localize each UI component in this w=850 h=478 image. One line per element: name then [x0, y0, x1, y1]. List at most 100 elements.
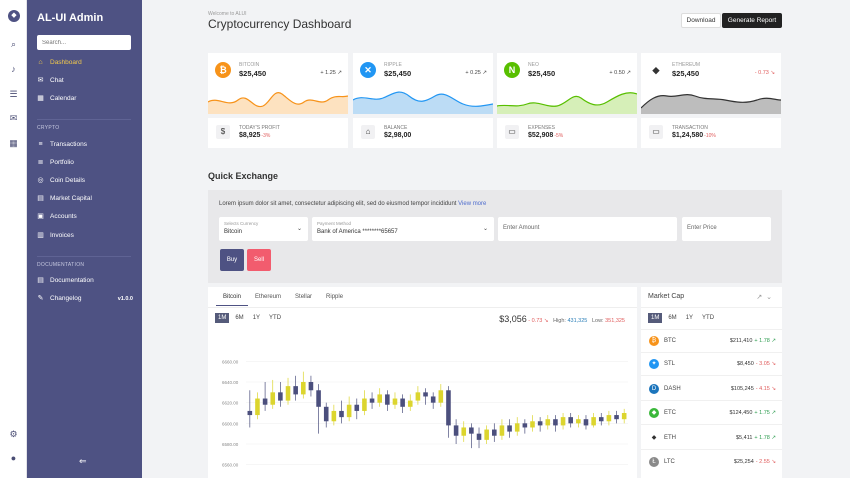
collapse-sidebar-icon[interactable]: ⇐: [79, 456, 87, 467]
sliders-icon[interactable]: ☰: [8, 89, 19, 100]
candle-body: [400, 398, 405, 407]
generate-report-button[interactable]: Generate Report: [722, 13, 782, 28]
download-button[interactable]: Download: [681, 13, 721, 28]
gear-icon[interactable]: ⚙: [8, 429, 19, 440]
market-symbol: LTC: [664, 459, 675, 465]
market-row-eth[interactable]: ◆ ETH $5,411 + 1.78 ↗: [641, 430, 782, 446]
eth-icon: ◆: [649, 433, 659, 443]
coin-card-ethereum[interactable]: ◆ ETHEREUM $25,450 - 0.73 ↘: [641, 53, 781, 114]
stat-value: $2,98,00: [384, 132, 411, 139]
buy-button[interactable]: Buy: [220, 249, 244, 271]
market-price-value: $211,410: [729, 338, 753, 344]
y-tick-label: 6640.00: [222, 380, 239, 385]
sidebar-item-documentation[interactable]: ▤ Documentation: [37, 277, 133, 284]
home-icon: ⌂: [38, 59, 43, 66]
sidebar-item-invoices[interactable]: ▥ Invoices: [37, 232, 133, 239]
market-price: $211,410 + 1.78 ↗: [730, 338, 776, 344]
quick-exchange-description: Lorem ipsum dolor sit amet, consectetur …: [219, 201, 486, 207]
sidebar-item-transactions[interactable]: ≡ Transactions: [37, 141, 133, 148]
accounts-icon: ▣: [37, 213, 44, 220]
divider: [37, 256, 131, 257]
bank-icon: ⌂: [361, 125, 375, 139]
sidebar-item-market-capital[interactable]: ▤ Market Capital: [37, 195, 133, 202]
sidebar-search-input[interactable]: [37, 35, 131, 50]
view-more-link[interactable]: View more: [458, 201, 486, 207]
price-input[interactable]: Enter Price: [682, 217, 771, 241]
sidebar: AL-UI Admin ⌂ Dashboard ✉ Chat ▦ Calenda…: [27, 0, 142, 478]
candle-body: [430, 396, 436, 403]
tab-bitcoin[interactable]: Bitcoin: [216, 294, 249, 306]
market-row-etc[interactable]: ◆ ETC $124,450 + 1.75 ↗: [641, 405, 782, 421]
dollar-icon: $: [216, 125, 230, 139]
user-icon[interactable]: ●: [8, 453, 19, 464]
market-price-value: $25,254: [733, 459, 754, 465]
tab-ripple[interactable]: Ripple: [319, 294, 350, 306]
sidebar-item-calendar[interactable]: ▦ Calendar: [37, 95, 133, 102]
candle-body: [522, 423, 528, 428]
chevron-down-icon[interactable]: ⌄: [766, 294, 772, 301]
market-row-ltc[interactable]: Ł LTC $25,254- 2.55 ↘: [641, 454, 782, 470]
coin-value: $25,450: [239, 69, 267, 78]
sidebar-item-accounts[interactable]: ▣ Accounts: [37, 213, 133, 220]
range-1m[interactable]: 1M: [648, 313, 663, 323]
candle-body: [247, 410, 253, 416]
range-ytd[interactable]: YTD: [266, 313, 284, 323]
price-change: - 0.73 ↘: [528, 318, 549, 324]
bell-icon[interactable]: ♪: [8, 64, 19, 75]
coin-card-ripple[interactable]: ✕ RIPPLE $25,450 + 0.25 ↗: [353, 53, 493, 114]
market-price: $105,245- 4.15 ↘: [731, 386, 776, 392]
sidebar-item-changelog[interactable]: ✎ Changelog v1.0.0: [37, 295, 133, 302]
y-tick-label: 6660.00: [222, 359, 239, 364]
payment-method-select[interactable]: Payment Method Bank of America ********6…: [312, 217, 494, 241]
calendar-icon[interactable]: ▦: [8, 138, 19, 149]
range-6m[interactable]: 6M: [232, 313, 246, 323]
sidebar-item-coin-details[interactable]: ◎ Coin Details: [37, 177, 133, 184]
market-row-dash[interactable]: D DASH $105,245- 4.15 ↘: [641, 381, 782, 397]
candle-body: [255, 398, 260, 416]
sell-button[interactable]: Sell: [247, 249, 271, 271]
money-icon: ▭: [505, 125, 519, 139]
amount-input[interactable]: Enter Amount: [498, 217, 677, 241]
neo-icon: N: [504, 62, 520, 78]
range-selector: 1M 6M 1Y YTD: [215, 313, 284, 323]
range-6m[interactable]: 6M: [665, 313, 679, 323]
coin-card-bitcoin[interactable]: ₿ BITCOIN $25,450 + 1.25 ↗: [208, 53, 348, 114]
candlestick-chart: 6660.00 6640.00 6620.00 6600.00 6580.00 6560.…: [222, 359, 628, 468]
candle-body: [323, 406, 329, 422]
search-icon[interactable]: ⌕: [8, 39, 19, 50]
candle-body: [453, 425, 459, 436]
tab-stellar[interactable]: Stellar: [288, 294, 319, 306]
coin-value: $25,450: [384, 69, 412, 78]
high-label: High:: [553, 318, 566, 324]
coin-card-neo[interactable]: N NEO $25,450 + 0.50 ↗: [497, 53, 637, 114]
market-row-btc[interactable]: ₿ BTC $211,410 + 1.78 ↗: [641, 333, 782, 349]
market-symbol: DASH: [664, 386, 681, 392]
range-1y[interactable]: 1Y: [683, 313, 696, 323]
divider: [208, 307, 637, 308]
currency-select[interactable]: Selects Currency Bitcoin ⌄: [219, 217, 308, 241]
range-1m[interactable]: 1M: [215, 313, 230, 323]
divider: [37, 119, 131, 120]
external-link-icon[interactable]: ↗: [756, 294, 762, 301]
market-cap-title: Market Cap: [648, 293, 685, 300]
candle-body: [598, 417, 604, 422]
coin-name: BITCOIN: [239, 62, 260, 68]
market-price: $8,450- 3.05 ↘: [737, 361, 776, 367]
sidebar-item-chat[interactable]: ✉ Chat: [37, 77, 133, 84]
logo-icon[interactable]: ◆: [8, 10, 20, 22]
range-ytd[interactable]: YTD: [699, 313, 717, 323]
chat-icon[interactable]: ✉: [8, 113, 19, 124]
market-row-stl[interactable]: ✦ STL $8,450- 3.05 ↘: [641, 356, 782, 372]
page-title: Cryptocurrency Dashboard: [208, 17, 352, 31]
market-price-value: $8,450: [736, 361, 754, 367]
sidebar-item-label: Market Capital: [50, 195, 92, 202]
tab-ethereum[interactable]: Ethereum: [248, 294, 288, 306]
candle-body: [293, 386, 298, 395]
chart-icon: ▤: [37, 195, 44, 202]
sidebar-item-portfolio[interactable]: ≣ Portfolio: [37, 159, 133, 166]
sidebar-item-dashboard[interactable]: ⌂ Dashboard: [37, 59, 133, 66]
divider: [641, 329, 782, 330]
stat-value: $52,908-5%: [528, 132, 563, 139]
range-1y[interactable]: 1Y: [250, 313, 263, 323]
market-change: + 1.78 ↗: [754, 338, 776, 344]
